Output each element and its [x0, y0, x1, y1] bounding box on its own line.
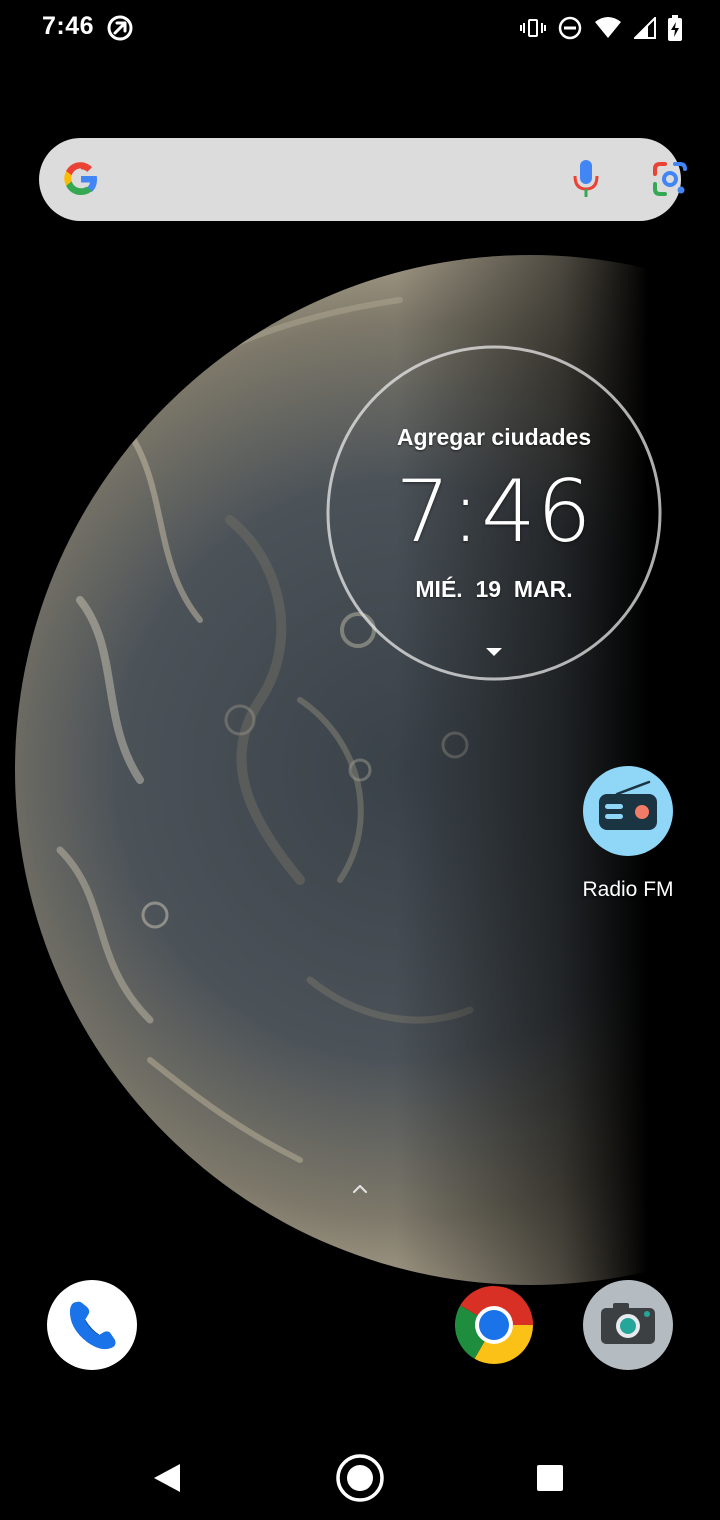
chevron-down-icon[interactable]	[485, 646, 503, 658]
chrome-icon	[454, 1285, 533, 1365]
clock-widget[interactable]: Agregar ciudades 7:46 MIÉ. 19 MAR.	[325, 344, 663, 682]
cell-signal-icon	[634, 17, 656, 39]
dock-phone-app[interactable]	[47, 1280, 137, 1370]
app-label: Radio FM	[582, 878, 674, 901]
dock-chrome-app[interactable]	[449, 1280, 539, 1370]
google-lens-icon[interactable]	[651, 160, 689, 198]
assistant-status-icon	[107, 15, 133, 41]
clock-date: MIÉ. 19 MAR.	[415, 576, 573, 602]
google-g-icon	[64, 162, 97, 196]
status-bar: 7:46	[0, 0, 720, 56]
recents-icon[interactable]	[536, 1464, 564, 1492]
home-icon[interactable]	[334, 1452, 386, 1504]
app-radio-fm[interactable]: Radio FM	[567, 766, 689, 916]
google-search-bar[interactable]	[39, 138, 687, 221]
add-cities-label[interactable]: Agregar ciudades	[325, 424, 663, 451]
mic-icon[interactable]	[571, 158, 601, 200]
status-time: 7:46	[42, 12, 95, 40]
status-icons	[520, 13, 682, 43]
back-icon[interactable]	[150, 1460, 184, 1496]
camera-icon	[601, 1303, 655, 1344]
do-not-disturb-icon	[558, 16, 582, 40]
dock-camera-app[interactable]	[583, 1280, 673, 1370]
chevron-up-icon[interactable]	[348, 1180, 372, 1198]
wifi-icon	[595, 17, 621, 38]
clock-time: 7:46	[395, 462, 593, 562]
battery-charging-icon	[668, 15, 682, 41]
radio-icon	[583, 766, 673, 856]
phone-icon	[69, 1301, 116, 1350]
vibrate-icon	[520, 19, 546, 37]
